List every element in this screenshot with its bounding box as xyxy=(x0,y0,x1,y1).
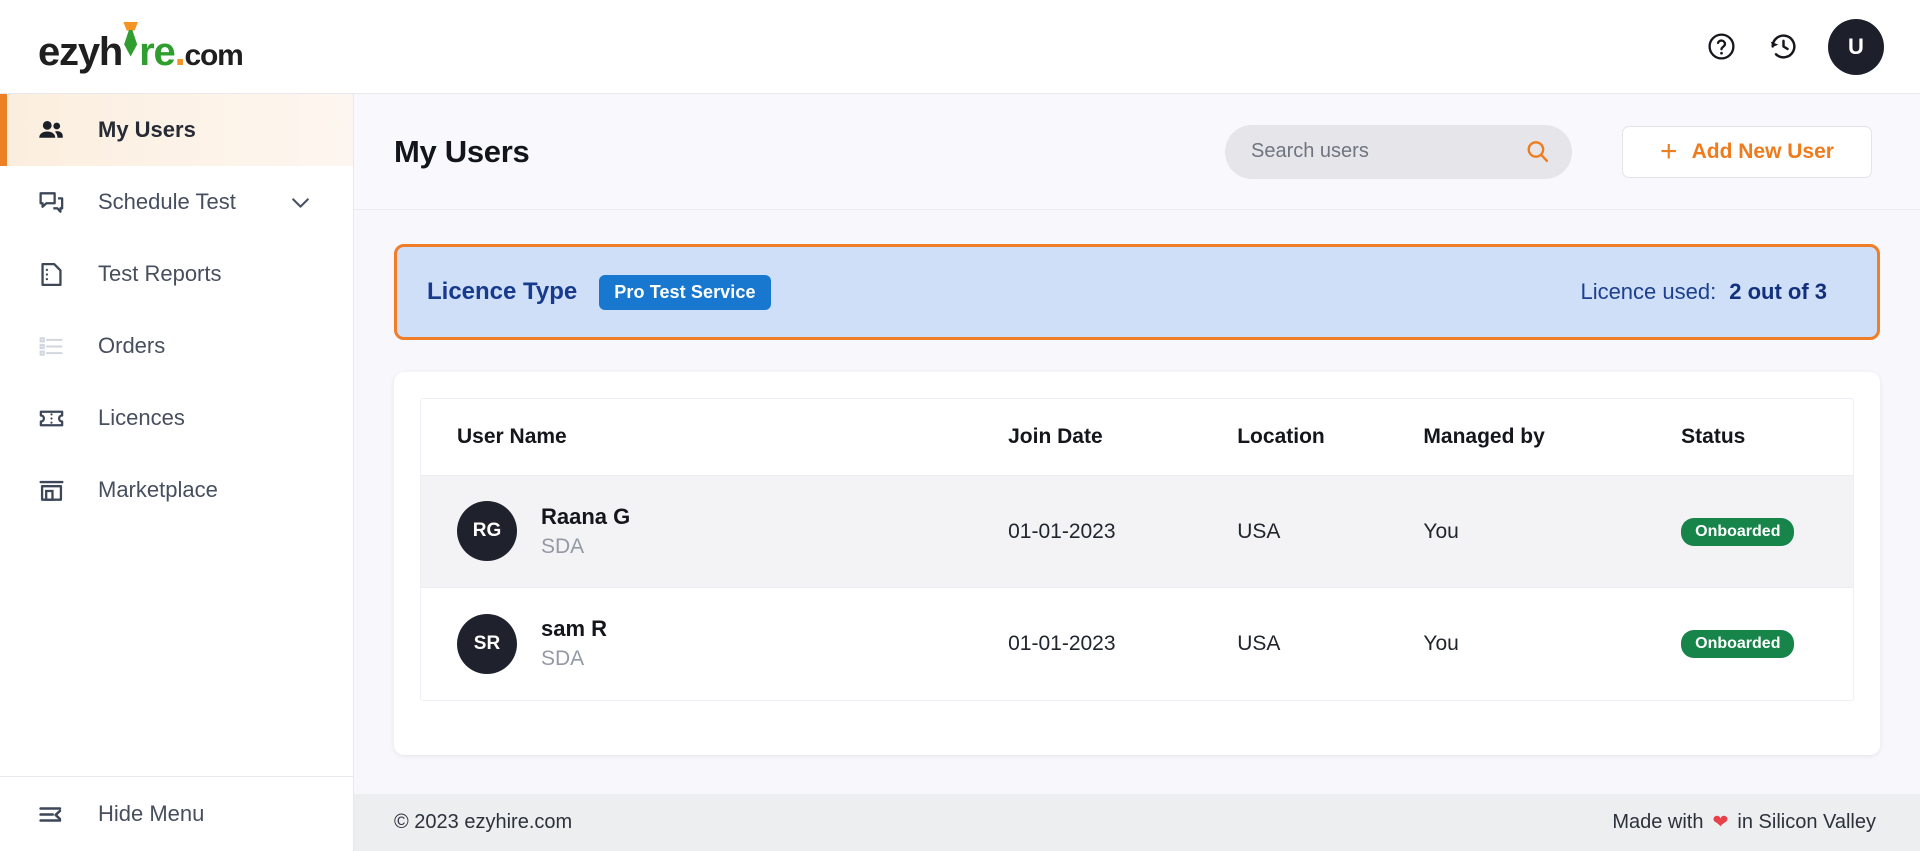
brand-suffix: com xyxy=(184,38,243,72)
sidebar-footer: Hide Menu xyxy=(0,776,353,851)
page-header: My Users + Add New User xyxy=(354,94,1920,210)
page-footer: © 2023 ezyhire.com Made with ❤ in Silico… xyxy=(354,794,1920,851)
avatar-initials: RG xyxy=(472,520,502,542)
table-header-row: User Name Join Date Location Managed by … xyxy=(421,399,1853,476)
footer-made-prefix: Made with xyxy=(1612,811,1704,833)
brand-name-part3: e xyxy=(153,29,176,74)
licence-used-value: 2 out of 3 xyxy=(1729,279,1827,304)
user-avatar-initial: U xyxy=(1848,33,1864,59)
brand-name-part2: r xyxy=(139,29,155,74)
page-title: My Users xyxy=(394,133,530,169)
main-content: My Users + Add New User xyxy=(354,94,1920,851)
sidebar-item-licences[interactable]: Licences xyxy=(0,382,353,454)
licence-used-label: Licence used: xyxy=(1580,279,1717,304)
cell-user: RG Raana G SDA xyxy=(421,475,1009,588)
collapse-menu-icon xyxy=(34,797,68,831)
licence-type-label: Licence Type xyxy=(427,278,578,305)
hide-menu-label: Hide Menu xyxy=(98,801,205,826)
cell-location: USA xyxy=(1237,631,1281,655)
footer-made-suffix: in Silicon Valley xyxy=(1737,811,1876,833)
users-table: User Name Join Date Location Managed by … xyxy=(421,399,1853,700)
body-row: My Users Schedule Test Test Reports Orde… xyxy=(0,94,1920,851)
cell-managed-by: You xyxy=(1423,475,1682,588)
brand-logo[interactable]: ezyh r e . com xyxy=(38,19,244,75)
store-icon xyxy=(34,473,68,507)
people-icon xyxy=(34,113,68,147)
sidebar-item-label-schedule-test: Schedule Test xyxy=(98,189,236,214)
sidebar: My Users Schedule Test Test Reports Orde… xyxy=(0,94,354,851)
footer-credit: Made with ❤ in Silicon Valley xyxy=(1612,811,1876,834)
page-header-actions: + Add New User xyxy=(1225,124,1872,179)
search-input[interactable] xyxy=(1251,140,1516,163)
help-circle-icon[interactable] xyxy=(1704,30,1738,64)
cell-user: SR sam R SDA xyxy=(421,588,1008,700)
top-bar: ezyh r e . com U xyxy=(0,0,1920,94)
history-clock-icon[interactable] xyxy=(1766,30,1800,64)
sidebar-item-schedule-test[interactable]: Schedule Test xyxy=(0,166,353,238)
plus-icon: + xyxy=(1660,134,1678,168)
user-role: SDA xyxy=(541,535,585,559)
table-row[interactable]: RG Raana G SDA 01-01-2023 USA You Onboar… xyxy=(421,475,1853,588)
search-box[interactable] xyxy=(1225,124,1572,179)
users-table-wrapper: User Name Join Date Location Managed by … xyxy=(420,398,1854,701)
sidebar-item-label-test-reports: Test Reports xyxy=(98,261,222,286)
sidebar-item-label-my-users: My Users xyxy=(98,117,196,142)
licence-banner-left: Licence Type Pro Test Service xyxy=(427,274,771,310)
search-icon[interactable] xyxy=(1524,138,1551,165)
users-table-card: User Name Join Date Location Managed by … xyxy=(394,372,1880,755)
cell-managed-by: You xyxy=(1423,631,1459,655)
footer-copyright: © 2023 ezyhire.com xyxy=(394,811,573,833)
column-header-user-name: User Name xyxy=(421,399,1009,476)
cell-location: USA xyxy=(1237,475,1424,588)
cell-join-date: 01-01-2023 xyxy=(1008,475,1238,588)
sidebar-item-test-reports[interactable]: Test Reports xyxy=(0,238,353,310)
ticket-icon xyxy=(34,401,68,435)
column-header-managed-by: Managed by xyxy=(1423,399,1682,476)
brand-dot: . xyxy=(174,29,186,74)
sidebar-item-my-users[interactable]: My Users xyxy=(0,94,353,166)
heart-icon: ❤ xyxy=(1712,812,1729,833)
status-badge: Onboarded xyxy=(1681,629,1795,658)
top-bar-actions: U xyxy=(1704,18,1884,75)
user-role: SDA xyxy=(541,647,585,671)
tie-icon xyxy=(122,19,139,65)
chevron-down-icon[interactable] xyxy=(288,190,313,215)
hide-menu-button[interactable]: Hide Menu xyxy=(0,777,353,851)
licence-type-badge: Pro Test Service xyxy=(599,274,771,310)
user-name: sam R xyxy=(541,616,608,642)
add-new-user-button[interactable]: + Add New User xyxy=(1622,125,1872,178)
sidebar-nav-list: My Users Schedule Test Test Reports Orde… xyxy=(0,94,353,526)
licence-banner-right: Licence used: 2 out of 3 xyxy=(1580,279,1847,305)
table-row[interactable]: SR sam R SDA 01-01-2023 USA You Onboarde… xyxy=(421,588,1853,700)
brand-name-part1: ezyh xyxy=(38,29,123,74)
sidebar-item-label-licences: Licences xyxy=(98,405,185,430)
column-header-status: Status xyxy=(1681,399,1853,476)
content-area: Licence Type Pro Test Service Licence us… xyxy=(354,210,1920,794)
cell-status: Onboarded xyxy=(1681,475,1853,588)
add-new-user-label: Add New User xyxy=(1691,139,1834,163)
sidebar-item-marketplace[interactable]: Marketplace xyxy=(0,454,353,526)
users-table-body: RG Raana G SDA 01-01-2023 USA You Onboar… xyxy=(421,475,1853,700)
chat-bubble-icon xyxy=(34,185,68,219)
list-icon xyxy=(34,329,68,363)
sidebar-item-label-marketplace: Marketplace xyxy=(98,477,218,502)
avatar: SR xyxy=(457,613,517,674)
users-table-head: User Name Join Date Location Managed by … xyxy=(421,399,1853,476)
column-header-location: Location xyxy=(1237,399,1424,476)
sidebar-item-orders[interactable]: Orders xyxy=(0,310,353,382)
cell-status: Onboarded xyxy=(1681,588,1853,700)
user-name: Raana G xyxy=(541,503,631,529)
user-avatar[interactable]: U xyxy=(1828,18,1884,75)
avatar-initials: SR xyxy=(473,632,501,654)
avatar: RG xyxy=(457,501,517,562)
sidebar-item-label-orders: Orders xyxy=(98,333,166,358)
status-badge: Onboarded xyxy=(1681,517,1795,546)
licence-banner: Licence Type Pro Test Service Licence us… xyxy=(394,244,1880,340)
document-icon xyxy=(34,257,68,291)
cell-join-date: 01-01-2023 xyxy=(1008,631,1116,655)
app-root: ezyh r e . com U My Users Schedule Test … xyxy=(0,0,1920,851)
column-header-join-date: Join Date xyxy=(1008,399,1238,476)
